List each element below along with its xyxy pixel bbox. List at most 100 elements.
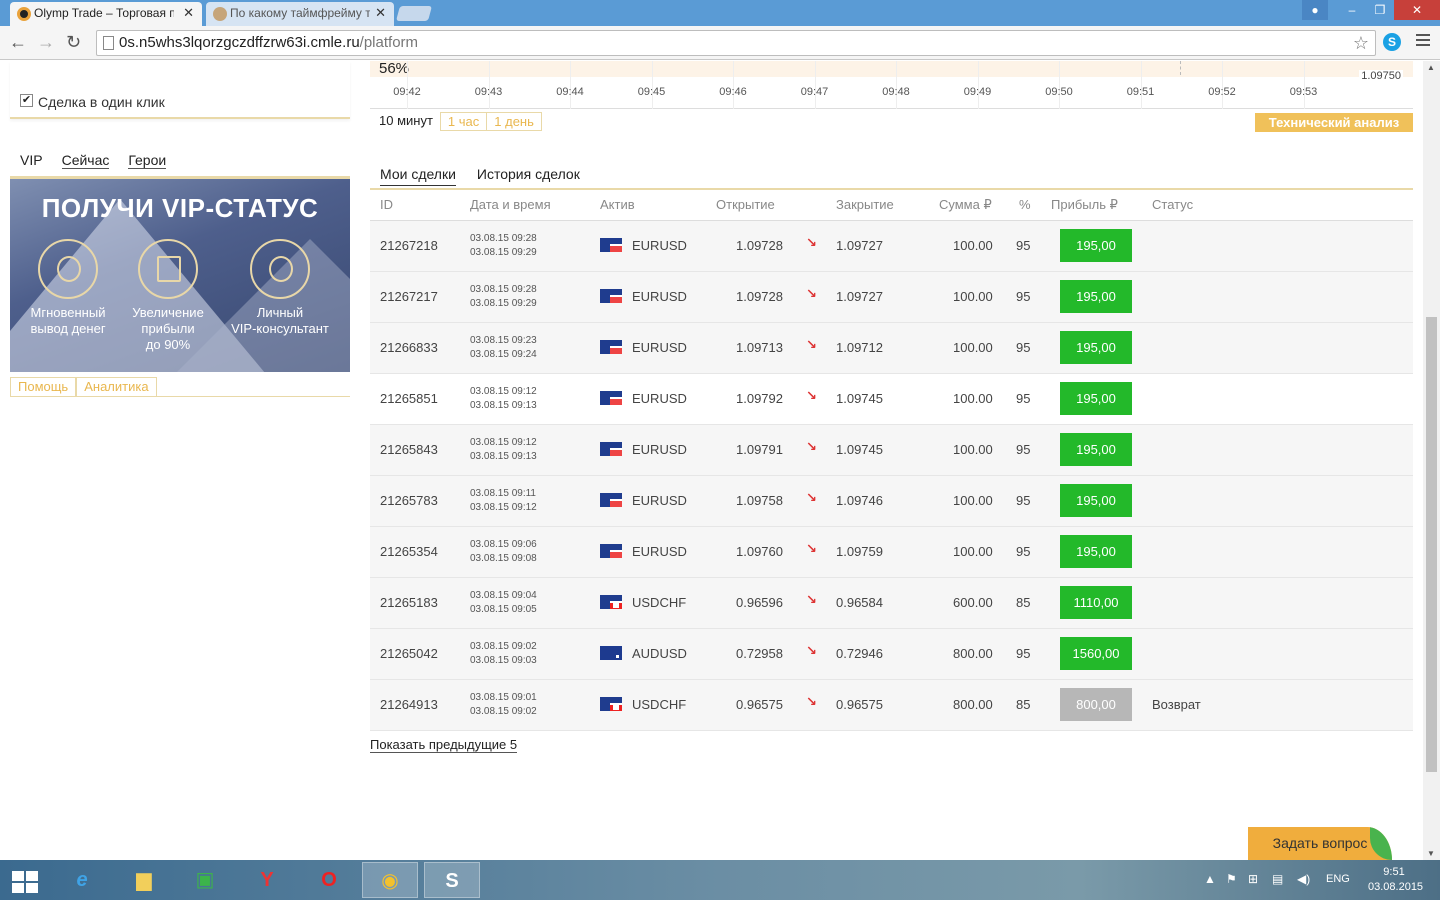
table-row[interactable]: 21265843 03.08.15 09:12 03.08.15 09:13 EURU… bbox=[370, 425, 1413, 476]
close-price: 1.09745 bbox=[836, 442, 883, 457]
trade-sum: 800.00 bbox=[953, 697, 993, 712]
internet-explorer-icon[interactable]: e bbox=[54, 862, 110, 898]
currency-flag-icon bbox=[600, 697, 622, 711]
time-tick-label: 09:43 bbox=[474, 86, 503, 98]
close-price: 1.09745 bbox=[836, 391, 883, 406]
table-row[interactable]: 21267217 03.08.15 09:28 03.08.15 09:29 EURU… bbox=[370, 272, 1413, 323]
help-tabs: Помощь Аналитика bbox=[10, 377, 350, 397]
currency-flag-icon bbox=[600, 442, 622, 456]
trade-datetime: 03.08.15 09:01 03.08.15 09:02 bbox=[470, 691, 537, 719]
table-row[interactable]: 21265183 03.08.15 09:04 03.08.15 09:05 USDC… bbox=[370, 578, 1413, 629]
trade-percent: 95 bbox=[1016, 289, 1031, 304]
window-close-icon[interactable]: ✕ bbox=[1394, 0, 1440, 20]
chat-decoration bbox=[1370, 827, 1392, 860]
open-price: 0.96575 bbox=[736, 697, 783, 712]
table-row[interactable]: 21265042 03.08.15 09:02 03.08.15 09:03 AUDU… bbox=[370, 629, 1413, 680]
one-click-checkbox[interactable]: ✔ bbox=[20, 94, 33, 107]
tab-timeframe-question[interactable]: По какому таймфрейму т ✕ bbox=[206, 2, 394, 26]
close-price: 0.72946 bbox=[836, 646, 883, 661]
profit-badge: 195,00 bbox=[1060, 280, 1132, 313]
time-gridline bbox=[488, 61, 490, 109]
start-button[interactable] bbox=[0, 862, 56, 898]
tab-close-icon[interactable]: ✕ bbox=[375, 2, 386, 24]
close-time: 03.08.15 09:13 bbox=[470, 400, 537, 411]
tab-my-trades[interactable]: Мои сделки bbox=[380, 166, 456, 186]
timeframe-1d[interactable]: 1 день bbox=[487, 112, 542, 131]
open-price: 1.09760 bbox=[736, 544, 783, 559]
back-arrow-icon[interactable]: ← bbox=[9, 32, 27, 53]
system-clock[interactable]: 9:51 03.08.2015 bbox=[1368, 865, 1423, 895]
table-row[interactable]: 21265783 03.08.15 09:11 03.08.15 09:12 EURU… bbox=[370, 476, 1413, 527]
store-icon[interactable]: ▣ bbox=[177, 862, 233, 898]
open-price: 1.09728 bbox=[736, 289, 783, 304]
feature-line: вывод денег bbox=[30, 321, 106, 336]
open-price: 1.09713 bbox=[736, 340, 783, 355]
vip-feature-profit: Увеличение прибыли до 90% bbox=[113, 239, 223, 353]
tab-now[interactable]: Сейчас bbox=[61, 152, 110, 169]
trade-datetime: 03.08.15 09:12 03.08.15 09:13 bbox=[470, 436, 537, 464]
timeframe-10min[interactable]: 10 минут bbox=[370, 112, 440, 131]
table-row[interactable]: 21266833 03.08.15 09:23 03.08.15 09:24 EURU… bbox=[370, 323, 1413, 374]
time-tick-label: 09:47 bbox=[800, 86, 829, 98]
time-gridline bbox=[1222, 61, 1223, 109]
bookmark-star-icon[interactable]: ☆ bbox=[1353, 31, 1369, 55]
skype-icon[interactable]: S bbox=[424, 862, 480, 898]
window-controls: ● – ❐ ✕ bbox=[1302, 0, 1440, 20]
table-row[interactable]: 21267218 03.08.15 09:28 03.08.15 09:29 EURU… bbox=[370, 221, 1413, 272]
open-time: 03.08.15 09:01 bbox=[470, 692, 537, 703]
asset-name: EURUSD bbox=[632, 340, 687, 355]
tab-title: Olymp Trade – Торговая п bbox=[34, 6, 174, 20]
open-price: 0.72958 bbox=[736, 646, 783, 661]
scroll-down-icon[interactable]: ▼ bbox=[1427, 849, 1435, 858]
currency-flag-icon bbox=[600, 544, 622, 558]
show-previous-link[interactable]: Показать предыдущие 5 bbox=[370, 737, 518, 753]
page-scrollbar[interactable]: ▲ ▼ bbox=[1423, 61, 1440, 860]
restore-icon[interactable]: ❐ bbox=[1366, 0, 1394, 20]
feature-line: Мгновенный bbox=[30, 305, 106, 320]
tab-help[interactable]: Помощь bbox=[10, 377, 77, 397]
scrollbar-thumb[interactable] bbox=[1426, 317, 1437, 772]
chrome-menu-icon[interactable] bbox=[1416, 34, 1430, 49]
table-row[interactable]: 21265354 03.08.15 09:06 03.08.15 09:08 EURU… bbox=[370, 527, 1413, 578]
url-input[interactable]: 0s.n5whs3lqorzgczdffzrw63i.cmle.ru/platf… bbox=[96, 30, 1376, 56]
vip-banner[interactable]: ПОЛУЧИ VIP-СТАТУС Мгновенный вывод денег… bbox=[10, 176, 350, 372]
close-time: 03.08.15 09:29 bbox=[470, 247, 537, 258]
tab-analytics[interactable]: Аналитика bbox=[76, 377, 157, 397]
skype-extension-icon[interactable]: S bbox=[1383, 33, 1401, 51]
yandex-browser-icon[interactable]: Y bbox=[239, 862, 295, 898]
reload-icon[interactable]: ↻ bbox=[66, 32, 81, 53]
time-tick-label: 09:42 bbox=[393, 86, 421, 98]
tab-heroes[interactable]: Герои bbox=[128, 152, 167, 169]
url-path: /platform bbox=[359, 34, 419, 51]
tab-trade-history[interactable]: История сделок bbox=[477, 166, 580, 186]
language-indicator[interactable]: ENG bbox=[1326, 873, 1350, 885]
vip-banner-title: ПОЛУЧИ VIP-СТАТУС bbox=[41, 193, 319, 223]
trade-tabs: Мои сделки История сделок bbox=[380, 166, 580, 186]
scroll-up-icon[interactable]: ▲ bbox=[1427, 63, 1435, 72]
table-row[interactable]: 21264913 03.08.15 09:01 03.08.15 09:02 USDC… bbox=[370, 680, 1413, 731]
time-tick-label: 09:44 bbox=[556, 86, 584, 98]
opera-icon[interactable]: O bbox=[301, 862, 357, 898]
new-tab-button[interactable] bbox=[395, 6, 433, 21]
table-row[interactable]: 21265851 03.08.15 09:12 03.08.15 09:13 EURU… bbox=[370, 374, 1413, 425]
open-time: 03.08.15 09:02 bbox=[470, 641, 537, 652]
tab-vip[interactable]: VIP bbox=[20, 152, 43, 169]
open-time: 03.08.15 09:23 bbox=[470, 335, 537, 346]
chrome-icon[interactable]: ◉ bbox=[362, 862, 418, 898]
timeframe-1h[interactable]: 1 час bbox=[439, 112, 488, 131]
close-price: 1.09759 bbox=[836, 544, 883, 559]
minimize-icon[interactable]: – bbox=[1338, 0, 1366, 20]
chart-area[interactable]: 56% 1.09750 bbox=[370, 60, 1413, 82]
technical-analysis-button[interactable]: Технический анализ bbox=[1255, 113, 1413, 132]
tab-close-icon[interactable]: ✕ bbox=[183, 2, 194, 24]
time-tick-label: 09:51 bbox=[1126, 86, 1155, 98]
tab-olymp-trade[interactable]: Olymp Trade – Торговая п ✕ bbox=[10, 2, 202, 26]
user-profile-icon[interactable]: ● bbox=[1302, 0, 1328, 20]
file-explorer-icon[interactable]: ▆ bbox=[116, 862, 172, 898]
forward-arrow-icon[interactable]: → bbox=[37, 32, 55, 53]
trade-datetime: 03.08.15 09:04 03.08.15 09:05 bbox=[470, 589, 537, 617]
person-icon bbox=[250, 239, 310, 299]
trade-id: 21265183 bbox=[380, 595, 438, 610]
ask-question-button[interactable]: Задать вопрос bbox=[1248, 827, 1392, 860]
trade-percent: 95 bbox=[1016, 646, 1031, 661]
